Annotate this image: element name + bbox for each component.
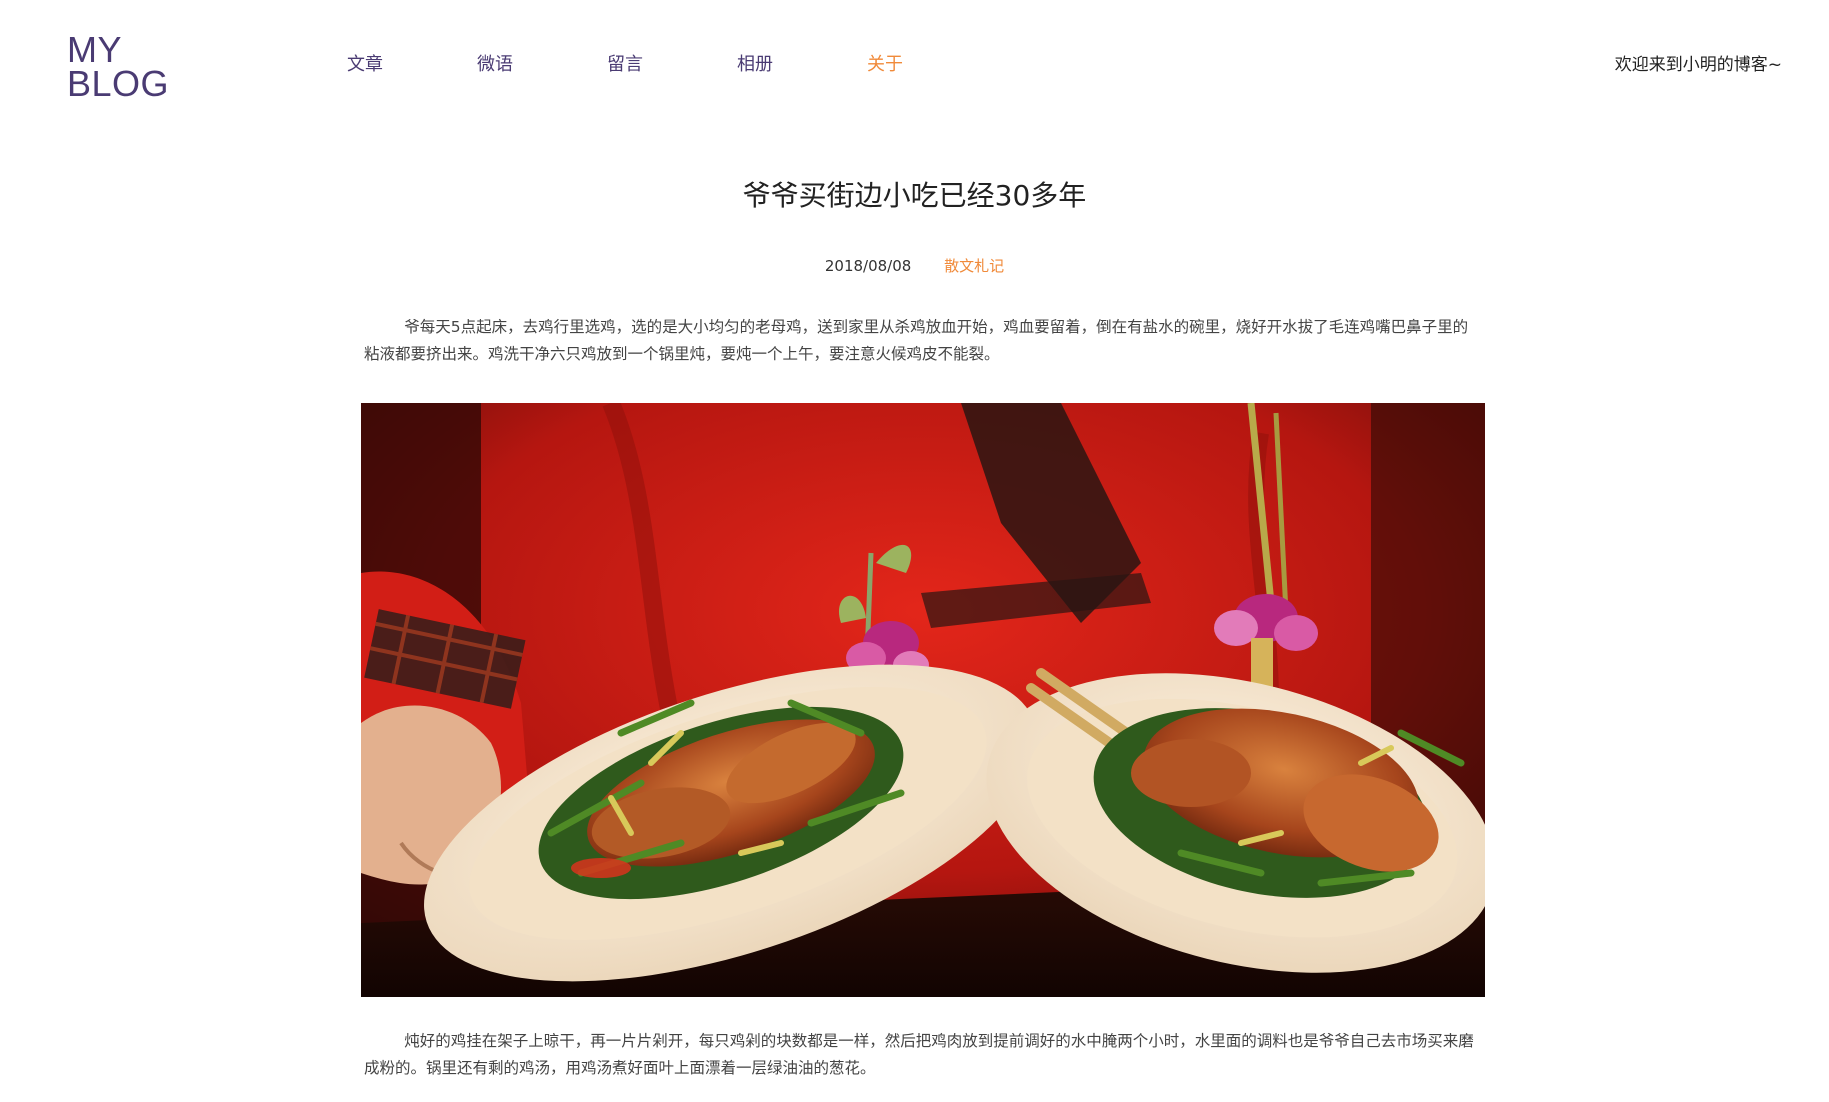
logo-line-1: MY bbox=[67, 29, 122, 70]
article-category-link[interactable]: 散文札记 bbox=[944, 257, 1004, 275]
article-date: 2018/08/08 bbox=[824, 257, 912, 275]
main-nav: 文章 微语 留言 相册 关于 bbox=[300, 52, 950, 78]
welcome-message: 欢迎来到小明的博客~ bbox=[1614, 55, 1782, 75]
nav-item-album[interactable]: 相册 bbox=[690, 52, 820, 78]
logo-line-2: BLOG bbox=[67, 63, 170, 104]
site-logo[interactable]: MY BLOG bbox=[67, 29, 170, 104]
article-paragraph-1: 爷每天5点起床，去鸡行里选鸡，选的是大小均匀的老母鸡，送到家里从杀鸡放血开始，鸡… bbox=[364, 318, 1469, 363]
article-title: 爷爷买街边小吃已经30多年 bbox=[742, 179, 1087, 212]
nav-item-guestbook[interactable]: 留言 bbox=[560, 52, 690, 78]
nav-item-articles[interactable]: 文章 bbox=[300, 52, 430, 78]
article-paragraph-2: 炖好的鸡挂在架子上晾干，再一片片剁开，每只鸡剁的块数都是一样，然后把鸡肉放到提前… bbox=[364, 1032, 1474, 1077]
article-photo bbox=[361, 403, 1485, 997]
nav-item-microposts[interactable]: 微语 bbox=[430, 52, 560, 78]
nav-item-about[interactable]: 关于 bbox=[820, 52, 950, 78]
site-header: MY BLOG 文章 微语 留言 相册 关于 欢迎来到小明的博客~ bbox=[0, 0, 1829, 130]
article-meta: 2018/08/08 散文札记 bbox=[0, 254, 1829, 278]
